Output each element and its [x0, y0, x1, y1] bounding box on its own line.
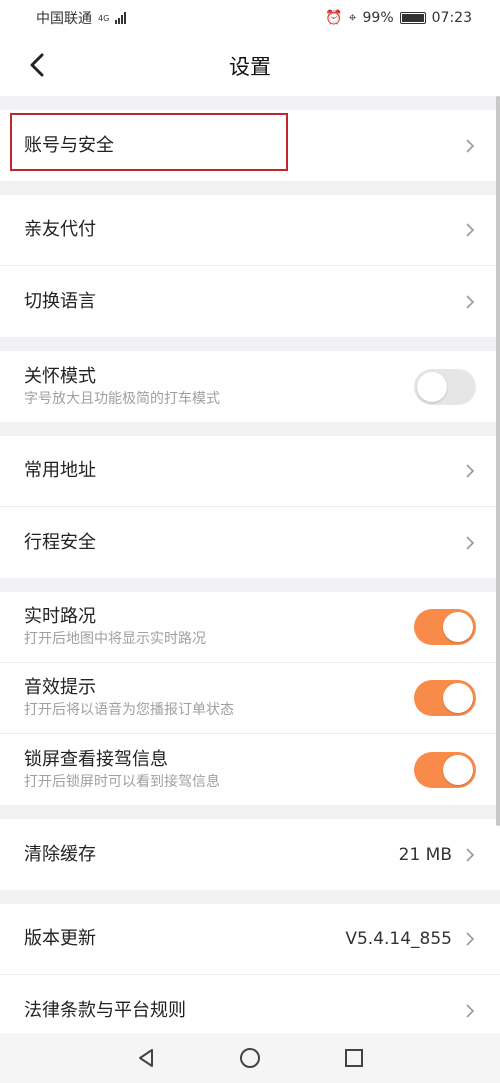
- chevron-right-icon: [464, 1003, 476, 1019]
- chevron-right-icon: [464, 535, 476, 551]
- nav-bar: 设置: [0, 36, 500, 96]
- lockscreen-info-label: 锁屏查看接驾信息: [24, 748, 168, 770]
- care-mode-label: 关怀模式: [24, 365, 96, 387]
- clear-cache-item[interactable]: 清除缓存 21 MB: [0, 819, 500, 890]
- chevron-right-icon: [464, 931, 476, 947]
- alarm-icon: ⏰: [325, 10, 343, 26]
- sound-prompt-label: 音效提示: [24, 677, 96, 698]
- chevron-left-icon: [30, 53, 44, 77]
- care-mode-item: 关怀模式 字号放大且功能极简的打车模式: [0, 351, 500, 422]
- system-nav-bar: [0, 1033, 500, 1083]
- lockscreen-info-item: 锁屏查看接驾信息 打开后锁屏时可以看到接驾信息: [0, 734, 500, 805]
- sound-prompt-toggle[interactable]: [414, 680, 476, 716]
- nav-recents-icon[interactable]: [339, 1043, 369, 1073]
- common-address-item[interactable]: 常用地址: [0, 436, 500, 507]
- switch-language-item[interactable]: 切换语言: [0, 266, 500, 337]
- chevron-right-icon: [464, 463, 476, 479]
- chevron-right-icon: [464, 138, 476, 154]
- chevron-right-icon: [464, 222, 476, 238]
- battery-percent: 99%: [362, 10, 394, 26]
- back-button[interactable]: [22, 50, 52, 80]
- version-update-item[interactable]: 版本更新 V5.4.14_855: [0, 904, 500, 975]
- chevron-right-icon: [464, 847, 476, 863]
- version-update-label: 版本更新: [24, 928, 96, 949]
- care-mode-subtitle: 字号放大且功能极简的打车模式: [24, 390, 220, 407]
- cache-size-value: 21 MB: [398, 844, 452, 865]
- lockscreen-info-subtitle: 打开后锁屏时可以看到接驾信息: [24, 773, 220, 790]
- nav-back-icon[interactable]: [131, 1043, 161, 1073]
- signal-icon: [115, 12, 127, 24]
- sound-prompt-subtitle: 打开后将以语音为您播报订单状态: [24, 702, 234, 718]
- clear-cache-label: 清除缓存: [24, 843, 96, 865]
- status-bar: 中国联通 4G ⏰ ⌖ 99% 07:23: [0, 0, 500, 36]
- trip-safety-label: 行程安全: [24, 531, 96, 553]
- account-security-item[interactable]: 账号与安全: [0, 110, 500, 181]
- chevron-right-icon: [464, 294, 476, 310]
- network-type: 4G: [98, 13, 110, 23]
- carrier-text: 中国联通: [36, 11, 92, 27]
- realtime-traffic-subtitle: 打开后地图中将显示实时路况: [24, 631, 206, 647]
- family-pay-item[interactable]: 亲友代付: [0, 195, 500, 266]
- location-icon: ⌖: [348, 10, 357, 26]
- version-value: V5.4.14_855: [345, 929, 452, 949]
- sound-prompt-item: 音效提示 打开后将以语音为您播报订单状态: [0, 663, 500, 734]
- trip-safety-item[interactable]: 行程安全: [0, 507, 500, 578]
- realtime-traffic-label: 实时路况: [24, 606, 96, 627]
- legal-terms-item[interactable]: 法律条款与平台规则: [0, 975, 500, 1033]
- realtime-traffic-toggle[interactable]: [414, 609, 476, 645]
- switch-language-label: 切换语言: [24, 290, 96, 312]
- common-address-label: 常用地址: [24, 460, 96, 481]
- settings-list[interactable]: 账号与安全 亲友代付 切换语言 关怀模式 字号放大且功能极简的打车模式 常用地址…: [0, 96, 500, 1033]
- battery-icon: [399, 12, 426, 24]
- nav-home-icon[interactable]: [235, 1043, 265, 1073]
- clock: 07:23: [431, 10, 472, 26]
- page-title: 设置: [229, 55, 271, 79]
- legal-terms-label: 法律条款与平台规则: [24, 999, 186, 1021]
- lockscreen-info-toggle[interactable]: [414, 751, 476, 788]
- care-mode-toggle[interactable]: [414, 368, 476, 405]
- account-security-label: 账号与安全: [24, 134, 114, 156]
- family-pay-label: 亲友代付: [24, 219, 96, 240]
- realtime-traffic-item: 实时路况 打开后地图中将显示实时路况: [0, 592, 500, 663]
- scrollbar[interactable]: [496, 96, 500, 826]
